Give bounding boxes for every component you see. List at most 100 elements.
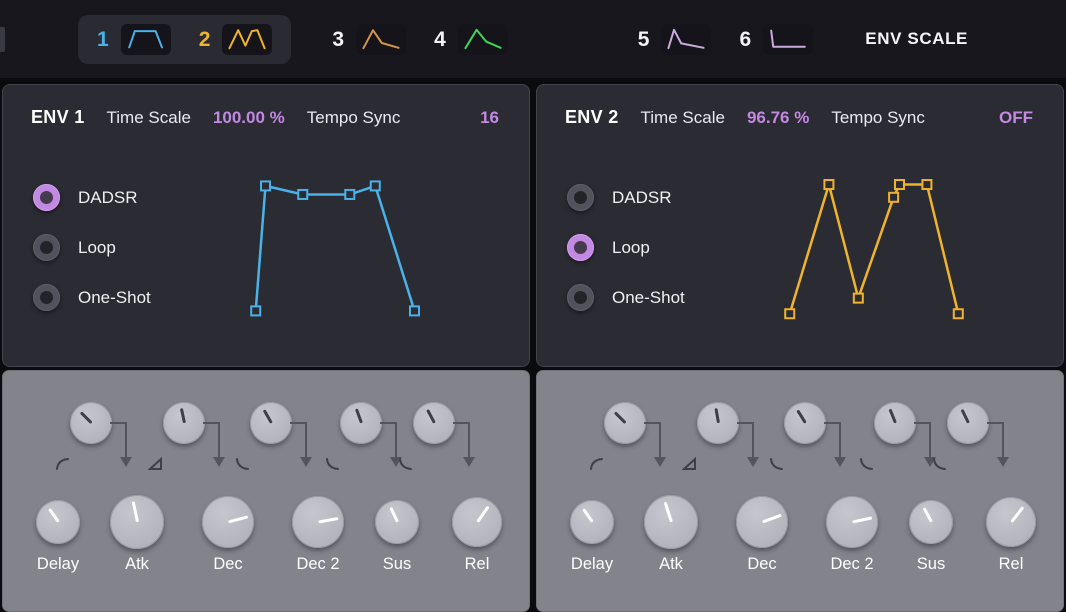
mode-label: Loop — [78, 238, 116, 258]
tempo-sync-label: Tempo Sync — [307, 108, 401, 128]
envelope-handle[interactable] — [345, 190, 354, 199]
envelope-handle[interactable] — [954, 309, 963, 318]
knob-indicator — [426, 409, 436, 424]
env-thumbnail-2 — [222, 24, 272, 55]
curve-shape-icon — [55, 457, 71, 472]
envelope-handle[interactable] — [785, 309, 794, 318]
knob-indicator — [131, 501, 138, 522]
mode-label: Loop — [612, 238, 650, 258]
envelope-handle[interactable] — [251, 306, 260, 315]
dec-knob[interactable] — [202, 496, 254, 548]
knob-label: Dec 2 — [807, 555, 897, 574]
dec2-knob[interactable] — [826, 496, 878, 548]
curve-knob-5[interactable] — [413, 402, 455, 444]
curve-knob-5[interactable] — [947, 402, 989, 444]
mode-dadsr[interactable]: DADSR — [567, 184, 685, 211]
curve-knob-2[interactable] — [163, 402, 205, 444]
env-tab-2[interactable]: 2 — [199, 24, 273, 55]
env2-panel: ENV 2 Time Scale 96.76 % Tempo Sync OFF … — [536, 84, 1064, 612]
mode-label: One-Shot — [78, 288, 151, 308]
env-thumbnail-3 — [356, 24, 406, 55]
curve-knob-1[interactable] — [70, 402, 112, 444]
tempo-sync-value[interactable]: 16 — [480, 108, 499, 128]
knob-indicator — [888, 409, 896, 424]
tab-number: 3 — [332, 29, 344, 50]
curve-knob-3[interactable] — [250, 402, 292, 444]
dec2-knob[interactable] — [292, 496, 344, 548]
env-tab-4[interactable]: 4 — [434, 24, 508, 55]
atk-knob[interactable] — [644, 495, 698, 549]
panel-title: ENV 1 — [31, 107, 85, 128]
knob-indicator — [613, 411, 626, 424]
tempo-sync-value[interactable]: OFF — [999, 108, 1033, 128]
env-tab-6[interactable]: 6 — [739, 24, 813, 55]
envelope-handle[interactable] — [298, 190, 307, 199]
env2-knob-section: DelayAtkDecDec 2SusRel — [536, 370, 1064, 612]
sus-knob[interactable] — [909, 500, 953, 544]
envelope-handle[interactable] — [261, 181, 270, 190]
envelope-handle[interactable] — [922, 180, 931, 189]
knob-indicator — [582, 508, 594, 523]
knob-indicator — [389, 507, 398, 523]
envelope-display[interactable] — [235, 169, 445, 325]
knob-indicator — [318, 517, 338, 523]
tab-number: 2 — [199, 29, 211, 50]
mode-one-shot[interactable]: One-Shot — [567, 284, 685, 311]
radio-button[interactable] — [33, 284, 60, 311]
radio-button[interactable] — [33, 184, 60, 211]
env-tab-5[interactable]: 5 — [638, 24, 712, 55]
time-scale-value[interactable]: 96.76 % — [747, 108, 809, 128]
curve-shape-icon — [932, 457, 948, 472]
envelope-handle[interactable] — [371, 181, 380, 190]
rel-knob[interactable] — [452, 497, 502, 547]
knob-indicator — [228, 515, 248, 523]
envelope-handle[interactable] — [410, 306, 419, 315]
flow-arrow-icon — [642, 415, 676, 473]
knob-indicator — [761, 514, 781, 524]
delay-knob[interactable] — [36, 500, 80, 544]
mode-dadsr[interactable]: DADSR — [33, 184, 151, 211]
env2-display-section: ENV 2 Time Scale 96.76 % Tempo Sync OFF … — [536, 84, 1064, 367]
dec-knob[interactable] — [736, 496, 788, 548]
curve-knob-1[interactable] — [604, 402, 646, 444]
env1-header: ENV 1 Time Scale 100.00 % Tempo Sync 16 — [3, 85, 529, 128]
knob-indicator — [476, 506, 489, 523]
envelope-handle[interactable] — [824, 180, 833, 189]
time-scale-value[interactable]: 100.00 % — [213, 108, 285, 128]
knob-label: Sus — [886, 555, 976, 574]
envelope-handle[interactable] — [895, 180, 904, 189]
envelope-handle[interactable] — [854, 294, 863, 303]
mode-loop[interactable]: Loop — [567, 234, 685, 261]
env-tab-1[interactable]: 1 — [97, 24, 171, 55]
radio-button[interactable] — [567, 284, 594, 311]
left-edge-tick — [0, 27, 5, 52]
sus-knob[interactable] — [375, 500, 419, 544]
mode-loop[interactable]: Loop — [33, 234, 151, 261]
atk-knob[interactable] — [110, 495, 164, 549]
radio-button[interactable] — [567, 234, 594, 261]
envelope-handle[interactable] — [889, 193, 898, 202]
radio-button[interactable] — [567, 184, 594, 211]
curve-knob-4[interactable] — [340, 402, 382, 444]
env-thumbnail-4 — [458, 24, 508, 55]
curve-knob-3[interactable] — [784, 402, 826, 444]
panel-title: ENV 2 — [565, 107, 619, 128]
envelope-display[interactable] — [769, 169, 979, 325]
delay-knob[interactable] — [570, 500, 614, 544]
knob-label: Rel — [432, 555, 522, 574]
knob-label: Sus — [352, 555, 442, 574]
rel-knob[interactable] — [986, 497, 1036, 547]
mode-one-shot[interactable]: One-Shot — [33, 284, 151, 311]
radio-button[interactable] — [33, 234, 60, 261]
env-tab-3[interactable]: 3 — [332, 24, 406, 55]
env-tabs: 1 2 3 4 56 — [78, 15, 865, 64]
env1-panel: ENV 1 Time Scale 100.00 % Tempo Sync 16 … — [2, 84, 530, 612]
curve-shape-icon — [148, 457, 164, 472]
knob-label: Atk — [626, 555, 716, 574]
curve-knob-2[interactable] — [697, 402, 739, 444]
knob-indicator — [714, 408, 720, 423]
time-scale-label: Time Scale — [107, 108, 191, 128]
curve-knob-4[interactable] — [874, 402, 916, 444]
curve-shape-icon — [325, 457, 341, 472]
curve-shape-icon — [398, 457, 414, 472]
